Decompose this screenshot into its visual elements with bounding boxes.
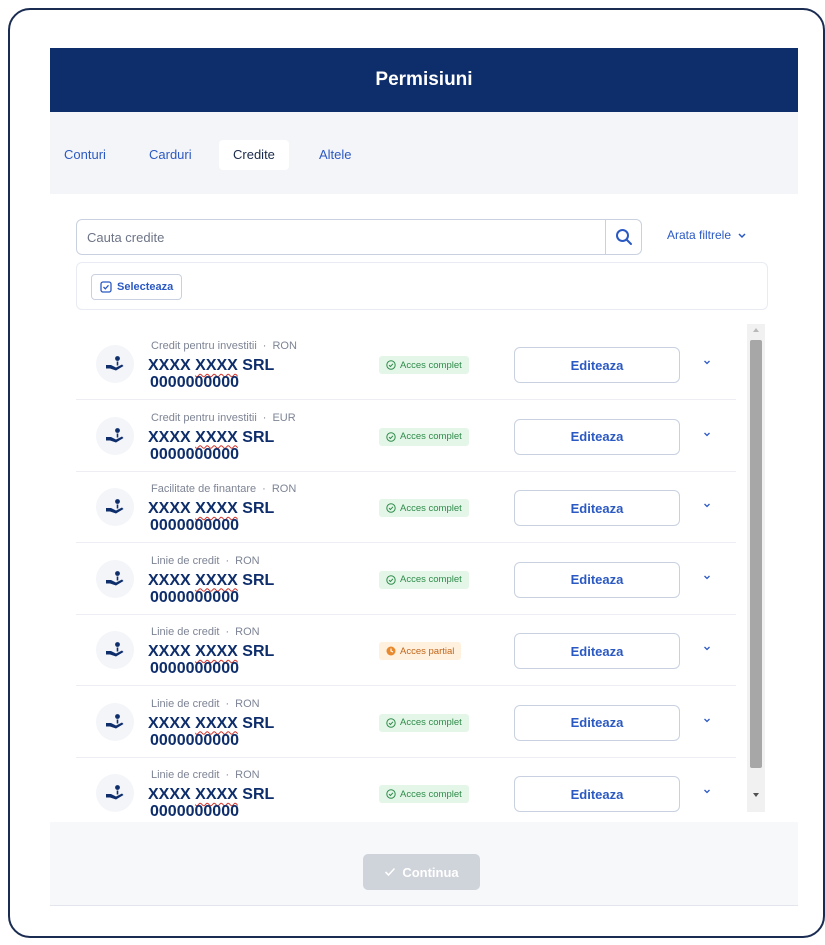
access-badge: Acces complet bbox=[379, 427, 469, 446]
check-icon bbox=[385, 867, 396, 877]
search-box bbox=[76, 219, 642, 255]
check-circle-icon bbox=[386, 717, 396, 728]
tab-altele[interactable]: Altele bbox=[305, 140, 366, 170]
account-number: 0000000000 bbox=[150, 731, 239, 749]
tab-credite[interactable]: Credite bbox=[219, 140, 289, 170]
company-name: XXXX XXXX SRL bbox=[148, 643, 275, 660]
loan-icon bbox=[96, 774, 134, 812]
credit-row[interactable]: Linie de credit · RON XXXX XXXX SRL 00000000… bbox=[76, 545, 736, 615]
check-circle-icon bbox=[386, 360, 396, 370]
loan-icon bbox=[96, 559, 134, 598]
account-number: 0000000000 bbox=[150, 374, 239, 391]
check-circle-icon bbox=[386, 574, 396, 585]
chevron-down-icon bbox=[738, 233, 746, 239]
loan-icon bbox=[96, 416, 134, 455]
account-number: 0000000000 bbox=[150, 517, 239, 534]
expand-chevron-icon[interactable] bbox=[702, 786, 712, 796]
credit-row[interactable]: Credit pentru investitii · RON XXXX XXXX SR… bbox=[76, 330, 736, 400]
checkbox-icon bbox=[100, 281, 112, 293]
edit-button[interactable]: Editeaza bbox=[514, 633, 680, 669]
access-badge: Acces complet bbox=[379, 356, 469, 374]
expand-chevron-icon[interactable] bbox=[702, 429, 712, 439]
access-badge: Acces complet bbox=[379, 570, 469, 589]
show-filters-label: Arata filtrele bbox=[667, 228, 732, 242]
credit-type-label: Linie de credit · RON bbox=[151, 554, 260, 567]
search-input[interactable] bbox=[77, 220, 605, 254]
credit-type-label: Facilitate de finantare · RON bbox=[151, 483, 297, 495]
credit-type-label: Linie de credit · RON bbox=[151, 697, 260, 710]
account-number: 0000000000 bbox=[150, 445, 239, 463]
credit-row[interactable]: Facilitate de finantare · RON XXXX XXXX SRL… bbox=[76, 473, 736, 543]
access-badge: Acces complet bbox=[379, 713, 469, 732]
expand-chevron-icon[interactable] bbox=[702, 357, 712, 367]
company-name: XXXX XXXX SRL bbox=[148, 786, 275, 803]
list-scrollbar[interactable] bbox=[747, 324, 765, 812]
expand-chevron-icon[interactable] bbox=[702, 500, 712, 510]
edit-button[interactable]: Editeaza bbox=[514, 490, 680, 526]
expand-chevron-icon[interactable] bbox=[702, 715, 712, 725]
edit-button[interactable]: Editeaza bbox=[514, 418, 680, 455]
account-number: 0000000000 bbox=[150, 588, 239, 606]
footer-bar: Continua bbox=[50, 822, 798, 906]
access-badge: Acces complet bbox=[379, 785, 469, 803]
page-title: Permisiuni bbox=[375, 69, 473, 90]
loan-icon bbox=[96, 702, 134, 741]
clock-icon bbox=[386, 646, 396, 656]
company-name: XXXX XXXX SRL bbox=[148, 357, 275, 374]
edit-button[interactable]: Editeaza bbox=[514, 347, 680, 383]
credit-type-label: Linie de credit · RON bbox=[151, 626, 260, 638]
credit-row[interactable]: Credit pentru investitii · EUR XXXX XXXX SR… bbox=[76, 402, 736, 472]
tab-conturi[interactable]: Conturi bbox=[50, 140, 120, 170]
continue-button[interactable]: Continua bbox=[363, 854, 480, 890]
edit-button[interactable]: Editeaza bbox=[514, 561, 680, 598]
expand-chevron-icon[interactable] bbox=[702, 643, 712, 653]
check-circle-icon bbox=[386, 431, 396, 442]
expand-chevron-icon[interactable] bbox=[702, 572, 712, 582]
check-circle-icon bbox=[386, 789, 396, 799]
show-filters-toggle[interactable]: Arata filtrele bbox=[667, 228, 747, 242]
credit-type-label: Linie de credit · RON bbox=[151, 769, 260, 781]
account-number: 0000000000 bbox=[150, 660, 239, 677]
account-number: 0000000000 bbox=[150, 803, 239, 816]
credit-row[interactable]: Linie de credit · RON XXXX XXXX SRL 00000000… bbox=[76, 616, 736, 686]
scrollbar-thumb[interactable] bbox=[750, 340, 762, 768]
credits-list: Credit pentru investitii · RON XXXX XXXX SR… bbox=[76, 328, 740, 816]
company-name: XXXX XXXX SRL bbox=[148, 428, 275, 446]
search-button[interactable] bbox=[605, 220, 641, 254]
credit-type-label: Credit pentru investitii · RON bbox=[151, 340, 297, 352]
loan-icon bbox=[96, 488, 134, 526]
select-button[interactable]: Selecteaza bbox=[91, 274, 183, 300]
loan-icon bbox=[96, 345, 134, 383]
access-badge: Acces complet bbox=[379, 499, 469, 517]
scroll-up-arrow-icon[interactable] bbox=[752, 327, 760, 333]
company-name: XXXX XXXX SRL bbox=[148, 571, 275, 589]
credit-type-label: Credit pentru investitii · EUR bbox=[151, 411, 296, 424]
company-name: XXXX XXXX SRL bbox=[148, 500, 275, 517]
credit-row[interactable]: Linie de credit · RON XXXX XXXX SRL 00000000… bbox=[76, 759, 736, 816]
selection-bar: Selecteaza bbox=[76, 262, 768, 310]
search-icon bbox=[615, 229, 632, 245]
select-button-label: Selecteaza bbox=[117, 281, 174, 293]
edit-button[interactable]: Editeaza bbox=[514, 704, 680, 741]
access-badge: Acces partial bbox=[379, 642, 462, 660]
continue-button-label: Continua bbox=[402, 864, 459, 880]
tab-bar: Conturi Carduri Credite Altele bbox=[50, 112, 798, 194]
company-name: XXXX XXXX SRL bbox=[148, 714, 275, 732]
edit-button[interactable]: Editeaza bbox=[514, 776, 680, 812]
check-circle-icon bbox=[386, 503, 396, 513]
credit-row[interactable]: Linie de credit · RON XXXX XXXX SRL 00000000… bbox=[76, 688, 736, 758]
loan-icon bbox=[96, 631, 134, 669]
page-header: Permisiuni bbox=[50, 48, 798, 112]
tab-carduri[interactable]: Carduri bbox=[135, 140, 206, 170]
scroll-down-arrow-icon[interactable] bbox=[752, 792, 760, 798]
